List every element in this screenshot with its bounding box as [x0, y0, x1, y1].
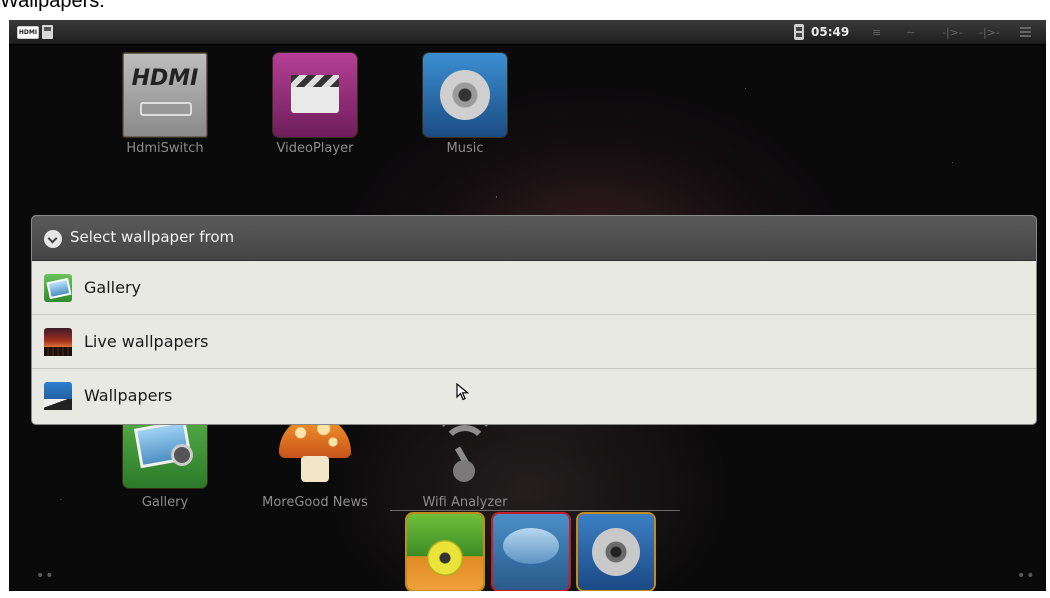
- video-player-icon: [273, 53, 357, 137]
- app-videoplayer[interactable]: VideoPlayer: [240, 53, 390, 173]
- wallpaper-source-wallpapers[interactable]: Wallpapers: [32, 370, 1036, 423]
- hdmi-switch-icon: HDMI: [123, 53, 207, 137]
- menu-icon[interactable]: [1020, 27, 1031, 37]
- option-label: Wallpapers: [84, 386, 173, 405]
- status-bar: HDMI 05:49 ≡ ∼ -|>- -|>-: [9, 20, 1046, 45]
- gallery-icon: [44, 274, 72, 302]
- page-indicator-right[interactable]: ••: [1017, 568, 1036, 584]
- app-label: HdmiSwitch: [126, 141, 204, 156]
- app-label: Music: [446, 141, 484, 156]
- wallpaper-source-live-wallpapers[interactable]: Live wallpapers: [32, 316, 1036, 369]
- page-indicator-left[interactable]: ••: [36, 568, 55, 584]
- option-label: Gallery: [84, 278, 141, 297]
- sd-card-icon: [42, 25, 53, 39]
- select-wallpaper-dialog: Select wallpaper from Gallery Live wallp…: [32, 216, 1036, 424]
- volume-up-icon[interactable]: -|>-: [979, 25, 1000, 41]
- disc-shape: [440, 70, 490, 120]
- mushroom-stem-shape: [301, 456, 329, 482]
- wallpapers-icon: [44, 382, 72, 410]
- music-disc-icon[interactable]: [578, 514, 654, 590]
- app-hdmiswitch[interactable]: HDMI HdmiSwitch: [90, 53, 240, 173]
- app-music[interactable]: Music: [390, 53, 540, 173]
- camera-lens-shape: [171, 444, 193, 466]
- volume-down-icon[interactable]: -|>-: [942, 25, 963, 41]
- media-player-icon[interactable]: [407, 514, 483, 590]
- wifi-base-shape: [453, 460, 475, 482]
- app-label: VideoPlayer: [276, 141, 354, 156]
- status-time: 05:49: [811, 25, 850, 39]
- chevron-down-circle-icon: [44, 230, 62, 248]
- android-screen: HDMI 05:49 ≡ ∼ -|>- -|>- HDMI HdmiSwitch…: [9, 20, 1046, 591]
- wallpaper-source-gallery[interactable]: Gallery: [32, 262, 1036, 315]
- dock-divider: [390, 510, 680, 511]
- hdmi-tile-text: HDMI: [131, 66, 199, 91]
- app-label: Wifi Analyzer: [422, 495, 508, 510]
- live-wallpapers-icon: [44, 328, 72, 356]
- mouse-cursor-icon: [456, 383, 470, 401]
- dialog-title: Select wallpaper from: [70, 228, 235, 246]
- caption-title: Wallpapers:: [0, 0, 105, 12]
- music-icon: [423, 53, 507, 137]
- app-label: Gallery: [141, 495, 189, 510]
- browser-icon[interactable]: [493, 514, 569, 590]
- app-label: MoreGood News: [262, 495, 368, 510]
- phone-status-icon: [794, 24, 804, 40]
- option-label: Live wallpapers: [84, 332, 209, 351]
- hdmi-plug-shape: [140, 102, 192, 116]
- clapperboard-shape: [291, 75, 339, 113]
- back-icon[interactable]: ≡: [872, 25, 881, 41]
- hdmi-status-icon: HDMI: [17, 26, 39, 39]
- home-icon[interactable]: ∼: [906, 25, 915, 41]
- dialog-title-bar: Select wallpaper from: [32, 216, 1036, 261]
